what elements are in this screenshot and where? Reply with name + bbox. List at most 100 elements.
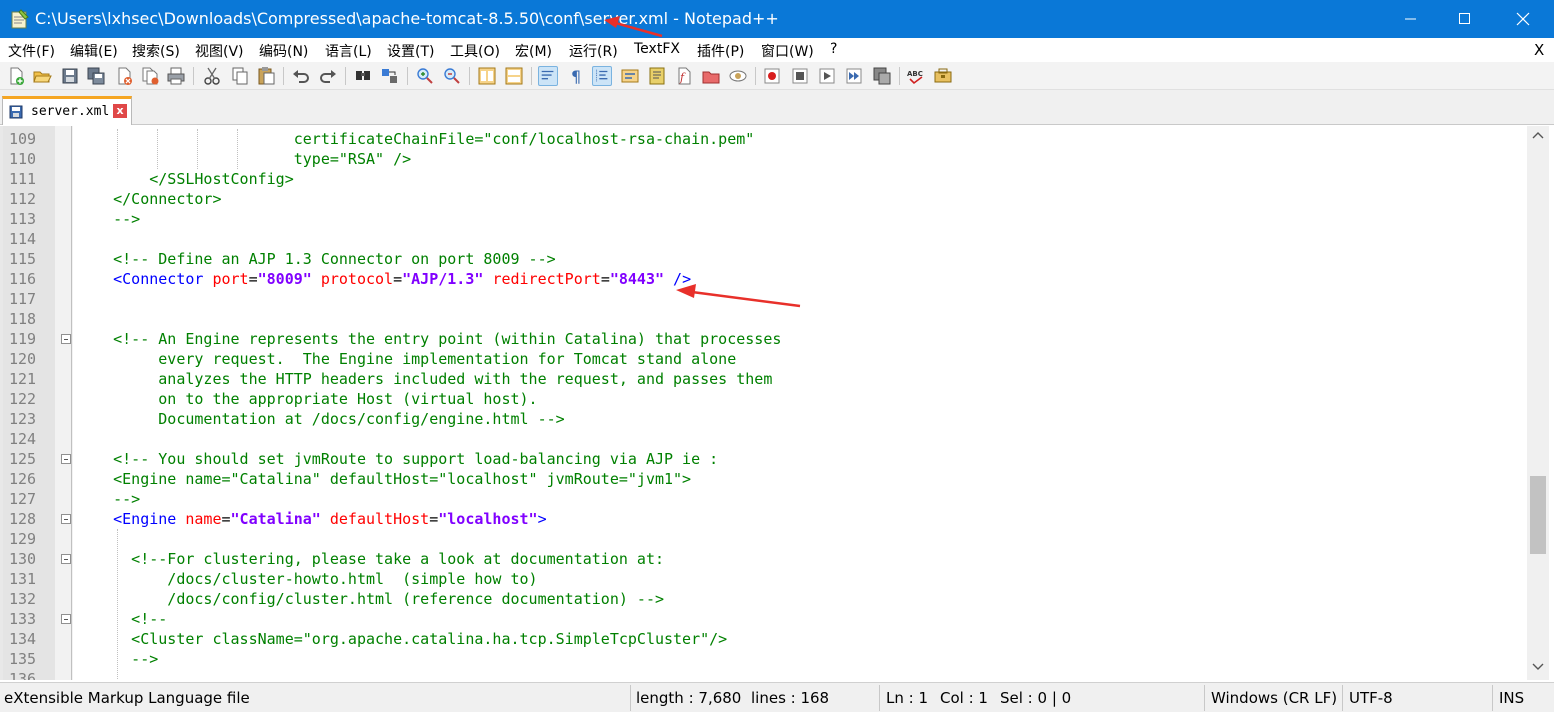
- zoom-in-icon[interactable]: [415, 66, 435, 86]
- minimize-button[interactable]: [1384, 0, 1438, 38]
- code-line[interactable]: 124: [3, 429, 1523, 449]
- replace-icon[interactable]: [380, 66, 400, 86]
- code-text: -->: [77, 489, 140, 509]
- code-line[interactable]: 130 <!--For clustering, please take a lo…: [3, 549, 1523, 569]
- save-icon[interactable]: [60, 66, 80, 86]
- code-line[interactable]: 133 <!--: [3, 609, 1523, 629]
- code-line[interactable]: 129: [3, 529, 1523, 549]
- new-file-icon[interactable]: [6, 66, 26, 86]
- scroll-down-arrow-icon[interactable]: [1532, 660, 1544, 672]
- copy-icon[interactable]: [230, 66, 250, 86]
- print-icon[interactable]: [166, 66, 186, 86]
- menu-encoding[interactable]: 编码(N): [259, 41, 308, 61]
- code-line[interactable]: 123 Documentation at /docs/config/engine…: [3, 409, 1523, 429]
- word-wrap-icon[interactable]: [538, 66, 558, 86]
- folder-workspace-icon[interactable]: [701, 66, 721, 86]
- close-window-button[interactable]: [1496, 0, 1550, 38]
- show-all-chars-icon[interactable]: ¶: [566, 66, 586, 86]
- code-line[interactable]: 131 /docs/cluster-howto.html (simple how…: [3, 569, 1523, 589]
- menu-search[interactable]: 搜索(S): [132, 41, 180, 61]
- zoom-out-icon[interactable]: [442, 66, 462, 86]
- code-line[interactable]: 136: [3, 669, 1523, 680]
- code-line[interactable]: 135 -->: [3, 649, 1523, 669]
- function-list-icon[interactable]: f: [674, 66, 694, 86]
- menu-settings[interactable]: 设置(T): [387, 41, 434, 61]
- find-icon[interactable]: [353, 66, 373, 86]
- fold-toggle-icon[interactable]: [61, 454, 71, 464]
- stop-macro-icon[interactable]: [790, 66, 810, 86]
- menu-textfx[interactable]: TextFX: [634, 41, 680, 57]
- fold-toggle-icon[interactable]: [61, 334, 71, 344]
- play-macro-icon[interactable]: [817, 66, 837, 86]
- code-line[interactable]: 127 -->: [3, 489, 1523, 509]
- doc-map-icon[interactable]: [647, 66, 667, 86]
- menu-window[interactable]: 窗口(W): [761, 41, 814, 61]
- code-editor[interactable]: 109 certificateChainFile="conf/localhost…: [0, 126, 1554, 680]
- code-text: </SSLHostConfig>: [77, 169, 294, 189]
- code-line[interactable]: 132 /docs/config/cluster.html (reference…: [3, 589, 1523, 609]
- paste-icon[interactable]: [256, 66, 276, 86]
- run-macro-multiple-icon[interactable]: [844, 66, 864, 86]
- record-macro-icon[interactable]: [762, 66, 782, 86]
- menu-macro[interactable]: 宏(M): [515, 41, 552, 61]
- code-token: <!-- An Engine represents the entry poin…: [77, 330, 782, 348]
- menu-edit[interactable]: 编辑(E): [70, 41, 118, 61]
- save-macro-icon[interactable]: [872, 66, 892, 86]
- toolbar-separator: [283, 67, 284, 85]
- code-text: /docs/cluster-howto.html (simple how to): [77, 569, 537, 589]
- menu-run[interactable]: 运行(R): [569, 41, 618, 61]
- code-line[interactable]: 125 <!-- You should set jvmRoute to supp…: [3, 449, 1523, 469]
- code-line[interactable]: 122 on to the appropriate Host (virtual …: [3, 389, 1523, 409]
- code-line[interactable]: 128 <Engine name="Catalina" defaultHost=…: [3, 509, 1523, 529]
- scrollbar-thumb[interactable]: [1530, 476, 1546, 554]
- menu-help[interactable]: ?: [830, 41, 837, 57]
- code-line[interactable]: 116 <Connector port="8009" protocol="AJP…: [3, 269, 1523, 289]
- scroll-up-arrow-icon[interactable]: [1532, 130, 1544, 142]
- code-token: <Engine: [77, 510, 186, 528]
- line-number: 135: [9, 650, 37, 668]
- code-line[interactable]: 109 certificateChainFile="conf/localhost…: [3, 129, 1523, 149]
- menu-file[interactable]: 文件(F): [8, 41, 55, 61]
- menu-tools[interactable]: 工具(O): [450, 41, 500, 61]
- code-line[interactable]: 120 every request. The Engine implementa…: [3, 349, 1523, 369]
- monitor-icon[interactable]: [728, 66, 748, 86]
- menu-view[interactable]: 视图(V): [195, 41, 244, 61]
- code-line[interactable]: 115 <!-- Define an AJP 1.3 Connector on …: [3, 249, 1523, 269]
- code-line[interactable]: 117: [3, 289, 1523, 309]
- sync-horizontal-icon[interactable]: [504, 66, 524, 86]
- close-all-icon[interactable]: [140, 66, 160, 86]
- code-line[interactable]: 134 <Cluster className="org.apache.catal…: [3, 629, 1523, 649]
- fold-toggle-icon[interactable]: [61, 614, 71, 624]
- code-token: />: [664, 270, 692, 288]
- undo-icon[interactable]: [291, 66, 311, 86]
- fold-toggle-icon[interactable]: [61, 554, 71, 564]
- code-line[interactable]: 119 <!-- An Engine represents the entry …: [3, 329, 1523, 349]
- code-line[interactable]: 111 </SSLHostConfig>: [3, 169, 1523, 189]
- redo-icon[interactable]: [318, 66, 338, 86]
- code-line[interactable]: 126 <Engine name="Catalina" defaultHost=…: [3, 469, 1523, 489]
- close-doc-icon[interactable]: [114, 66, 134, 86]
- code-line[interactable]: 121 analyzes the HTTP headers included w…: [3, 369, 1523, 389]
- code-line[interactable]: 112 </Connector>: [3, 189, 1523, 209]
- tools-icon[interactable]: [933, 66, 953, 86]
- spell-check-icon[interactable]: ABC: [906, 66, 926, 86]
- user-language-icon[interactable]: [620, 66, 640, 86]
- code-line[interactable]: 113 -->: [3, 209, 1523, 229]
- vertical-scrollbar[interactable]: [1527, 126, 1549, 680]
- fold-toggle-icon[interactable]: [61, 514, 71, 524]
- indent-guide-icon[interactable]: [592, 66, 612, 86]
- toolbar-separator: [407, 67, 408, 85]
- code-line[interactable]: 118: [3, 309, 1523, 329]
- save-all-icon[interactable]: [86, 66, 106, 86]
- code-line[interactable]: 114: [3, 229, 1523, 249]
- cut-icon[interactable]: [202, 66, 222, 86]
- menu-language[interactable]: 语言(L): [325, 41, 372, 61]
- tab-server-xml[interactable]: server.xml x: [2, 96, 132, 125]
- open-file-icon[interactable]: [32, 66, 52, 86]
- sync-vertical-icon[interactable]: [477, 66, 497, 86]
- maximize-button[interactable]: [1438, 0, 1492, 38]
- code-line[interactable]: 110 type="RSA" />: [3, 149, 1523, 169]
- menu-plugins[interactable]: 插件(P): [697, 41, 744, 61]
- close-document-button[interactable]: X: [1534, 41, 1544, 59]
- tab-close-button[interactable]: x: [113, 104, 127, 118]
